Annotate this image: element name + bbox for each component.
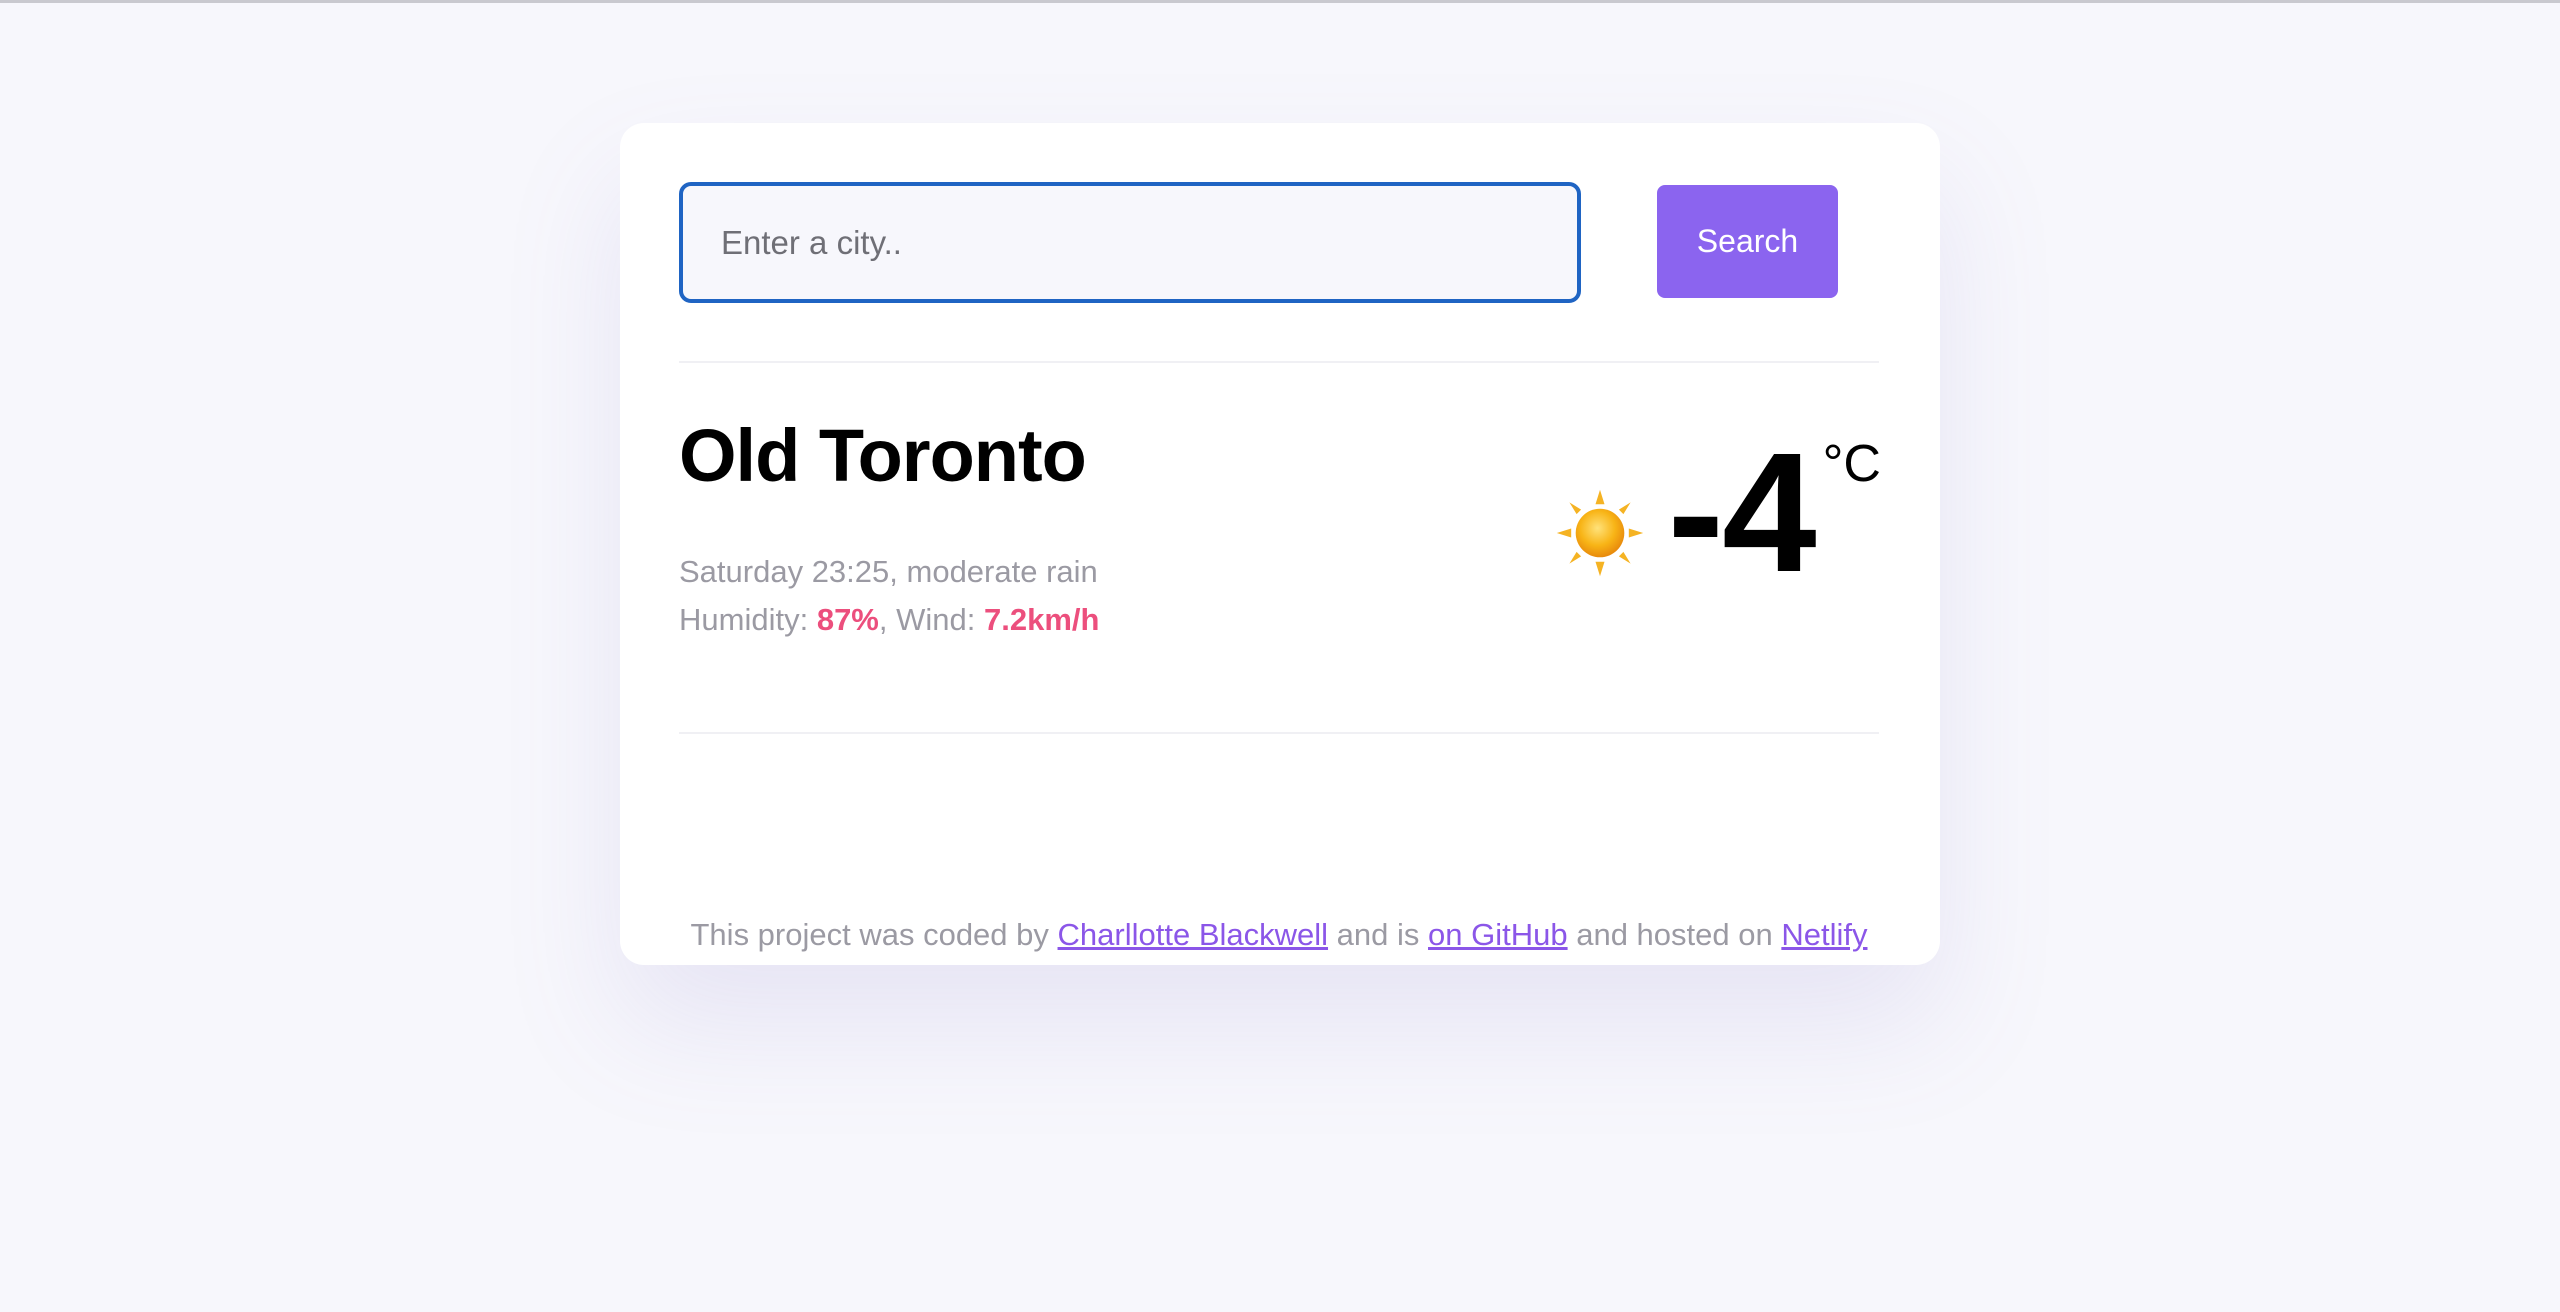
weather-details: Saturday 23:25, moderate rain Humidity: …: [679, 548, 1099, 644]
browser-top-border: [0, 0, 2560, 3]
search-button[interactable]: Search: [1657, 185, 1838, 298]
footer-text: This project was coded by: [690, 917, 1049, 952]
divider: [679, 732, 1879, 734]
city-search-input[interactable]: [679, 182, 1581, 303]
sun-icon: [1557, 489, 1644, 577]
temperature-value: -4: [1667, 418, 1816, 608]
divider: [679, 361, 1879, 363]
city-name: Old Toronto: [679, 414, 1087, 497]
footer-text: and hosted on: [1576, 917, 1773, 952]
search-form: Search: [679, 182, 1879, 303]
github-link[interactable]: on GitHub: [1428, 917, 1568, 952]
humidity-label: Humidity:: [679, 602, 809, 637]
temperature-block: -4 °C: [1555, 428, 1881, 608]
wind-value: 7.2km/h: [983, 602, 1100, 637]
weather-description: moderate rain: [906, 554, 1098, 589]
weather-card: Search Old Toronto Saturday 23:25, moder…: [620, 123, 1940, 965]
temperature-unit: °C: [1822, 435, 1881, 493]
date-description-line: Saturday 23:25, moderate rain: [679, 554, 1098, 589]
footer-text: and is: [1336, 917, 1420, 952]
humidity-wind-line: Humidity: 87%, Wind: 7.2km/h: [679, 602, 1100, 637]
datetime: Saturday 23:25: [679, 554, 890, 589]
author-link[interactable]: Charllotte Blackwell: [1058, 917, 1329, 952]
wind-label: Wind:: [896, 602, 976, 637]
footer-credits: This project was coded by Charllotte Bla…: [679, 916, 1879, 954]
humidity-value: 87%: [816, 602, 879, 637]
netlify-link[interactable]: Netlify: [1781, 917, 1867, 952]
